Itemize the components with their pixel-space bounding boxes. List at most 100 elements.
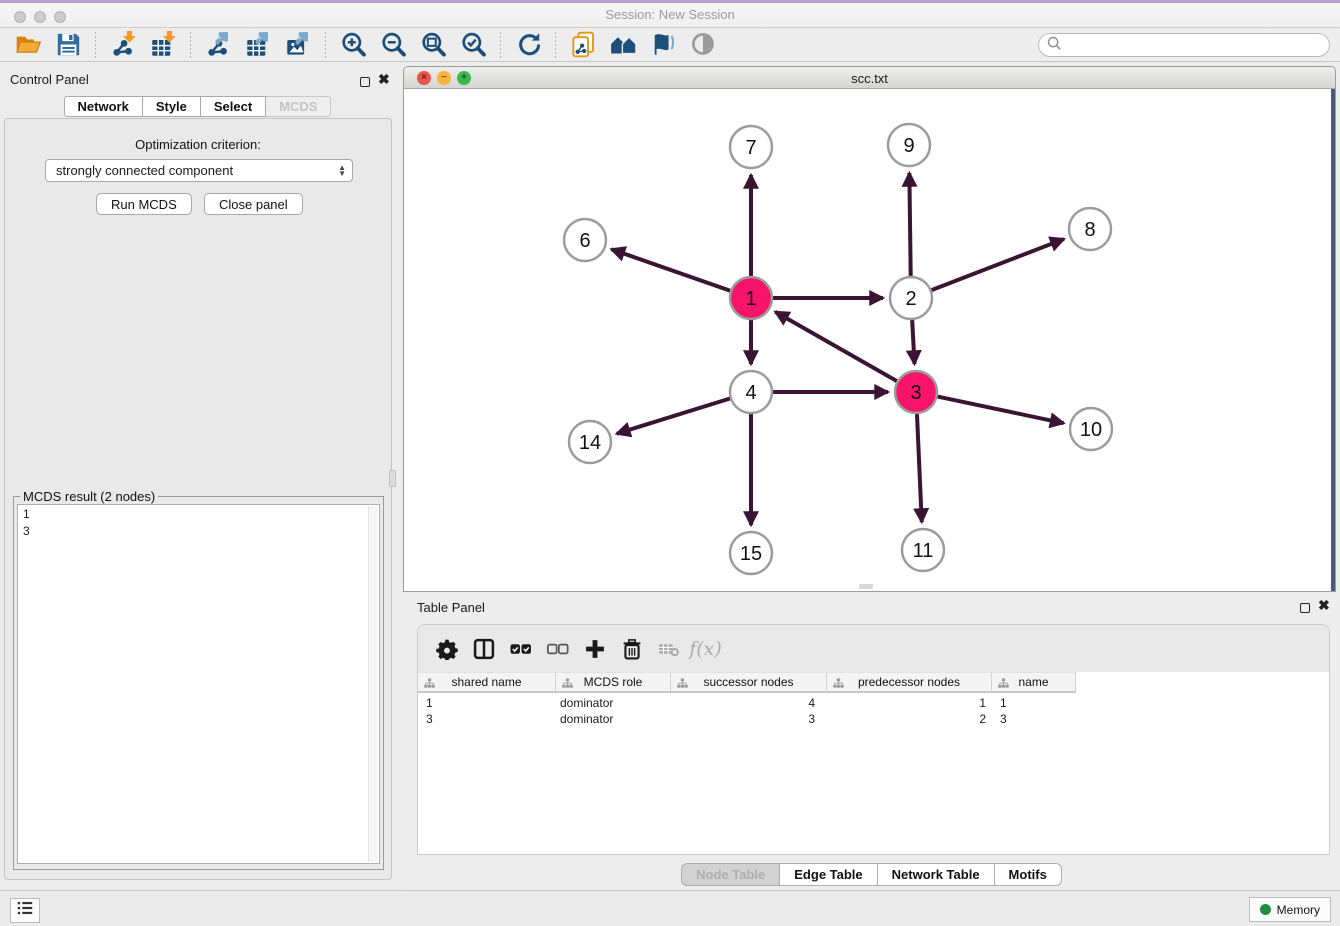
result-scrollbar[interactable] (368, 506, 378, 862)
task-history-button[interactable] (10, 898, 40, 923)
network-vertical-scrollbar[interactable] (1331, 89, 1335, 591)
graph-edge-2-3[interactable] (912, 320, 914, 364)
zoom-fit-icon[interactable] (413, 30, 453, 60)
column-header-predecessor-nodes[interactable]: predecessor nodes (827, 672, 992, 693)
graph-node-1[interactable]: 1 (730, 277, 772, 319)
table-row[interactable]: 3dominator323 (418, 711, 1076, 727)
graphics-details-icon[interactable] (643, 30, 683, 60)
tab-mcds[interactable]: MCDS (266, 96, 331, 117)
run-mcds-button[interactable]: Run MCDS (96, 193, 192, 215)
export-network-icon[interactable] (198, 30, 238, 60)
tab-network-table[interactable]: Network Table (878, 863, 995, 886)
tab-edge-table[interactable]: Edge Table (780, 863, 877, 886)
tab-motifs[interactable]: Motifs (995, 863, 1062, 886)
clone-network-icon[interactable] (563, 30, 603, 60)
graph-node-10[interactable]: 10 (1070, 408, 1112, 450)
graph-node-8[interactable]: 8 (1069, 208, 1111, 250)
import-network-icon[interactable] (103, 30, 143, 60)
table-settings-icon[interactable] (428, 632, 465, 666)
delete-row-icon[interactable] (613, 632, 650, 666)
graph-edge-1-6[interactable] (611, 249, 730, 291)
zoom-out-icon[interactable] (373, 30, 413, 60)
network-graph[interactable]: 7 9 6 8 1 2 4 3 14 10 15 11 (404, 89, 1332, 592)
float-panel-icon[interactable] (360, 74, 370, 92)
graph-edge-3-1[interactable] (775, 312, 897, 381)
memory-status-icon (1260, 904, 1271, 915)
graph-node-label: 9 (903, 135, 914, 157)
close-panel-button[interactable]: Close panel (204, 193, 303, 215)
tab-node-table[interactable]: Node Table (681, 863, 780, 886)
table-cell[interactable]: 1 (992, 695, 1076, 711)
select-all-checks-icon[interactable] (502, 632, 539, 666)
table-cell[interactable]: 4 (671, 695, 827, 711)
graph-node-2[interactable]: 2 (890, 277, 932, 319)
toolbar-separator (95, 32, 96, 58)
column-header-shared-name[interactable]: shared name (418, 672, 556, 693)
import-table-icon[interactable] (143, 30, 183, 60)
graph-edge-2-8[interactable] (932, 239, 1064, 290)
table-cell[interactable]: 1 (418, 695, 556, 711)
node-table-header: shared name MCDS role successor nodesprede… (418, 672, 1076, 693)
graph-node-4[interactable]: 4 (730, 371, 772, 413)
graph-node-11[interactable]: 11 (902, 529, 944, 571)
column-header-MCDS-role[interactable]: MCDS role (556, 672, 671, 693)
tab-select[interactable]: Select (201, 96, 266, 117)
float-table-panel-icon[interactable] (1300, 600, 1310, 618)
memory-button[interactable]: Memory (1249, 897, 1331, 922)
open-file-icon[interactable] (8, 30, 48, 60)
control-panel-title: Control Panel (10, 72, 89, 87)
export-image-icon[interactable] (278, 30, 318, 60)
birds-eye-view-icon[interactable] (683, 30, 723, 60)
first-neighbors-icon[interactable] (603, 30, 643, 60)
close-table-panel-icon[interactable]: ✖ (1318, 600, 1330, 610)
close-panel-icon[interactable]: ✖ (378, 74, 390, 84)
table-cell[interactable]: 3 (671, 711, 827, 727)
panel-splitter-handle[interactable] (389, 470, 396, 487)
clear-all-checks-icon[interactable] (539, 632, 576, 666)
refresh-layout-icon[interactable] (508, 30, 548, 60)
table-cell[interactable]: 1 (827, 695, 992, 711)
table-cell[interactable]: 3 (992, 711, 1076, 727)
graph-node-label: 7 (745, 137, 756, 159)
save-session-icon[interactable] (48, 30, 88, 60)
table-panel-title: Table Panel (417, 600, 485, 615)
graph-node-label: 4 (745, 382, 756, 404)
optimization-criterion-select[interactable]: strongly connected component ▲▼ (45, 159, 353, 182)
graph-node-9[interactable]: 9 (888, 124, 930, 166)
graph-edge-4-14[interactable] (617, 399, 730, 434)
mcds-result-line: 3 (23, 523, 379, 540)
graph-node-label: 6 (579, 230, 590, 252)
export-table-icon[interactable] (238, 30, 278, 60)
graph-edge-2-9[interactable] (909, 173, 910, 276)
attribute-tree-icon (562, 678, 573, 692)
table-cell[interactable]: 2 (827, 711, 992, 727)
zoom-selected-icon[interactable] (453, 30, 493, 60)
attribute-tree-icon (833, 678, 844, 692)
tab-style[interactable]: Style (143, 96, 201, 117)
graph-node-3[interactable]: 3 (895, 371, 937, 413)
graph-edge-3-11[interactable] (917, 414, 922, 522)
search-box[interactable] (1038, 33, 1330, 57)
graph-node-label: 2 (905, 288, 916, 310)
search-input[interactable] (1062, 35, 1329, 55)
mcds-result-group: MCDS result (2 nodes) 13 (13, 489, 384, 870)
graph-edge-3-10[interactable] (938, 397, 1064, 424)
zoom-in-icon[interactable] (333, 30, 373, 60)
table-cell[interactable]: 3 (418, 711, 556, 727)
add-row-icon[interactable] (576, 632, 613, 666)
graph-node-label: 11 (913, 540, 934, 562)
column-header-name[interactable]: name (992, 672, 1076, 693)
column-layout-icon[interactable] (465, 632, 502, 666)
graph-node-15[interactable]: 15 (730, 532, 772, 574)
column-header-label: MCDS role (584, 675, 643, 689)
table-row[interactable]: 1dominator411 (418, 695, 1076, 711)
network-window-titlebar[interactable]: × − + scc.txt (404, 67, 1335, 89)
graph-node-6[interactable]: 6 (564, 219, 606, 261)
column-header-successor-nodes[interactable]: successor nodes (671, 672, 827, 693)
table-cell[interactable]: dominator (556, 695, 671, 711)
table-cell[interactable]: dominator (556, 711, 671, 727)
graph-node-14[interactable]: 14 (569, 421, 611, 463)
tab-network[interactable]: Network (64, 96, 143, 117)
network-horizontal-scrollbar[interactable] (859, 584, 873, 589)
graph-node-7[interactable]: 7 (730, 126, 772, 168)
